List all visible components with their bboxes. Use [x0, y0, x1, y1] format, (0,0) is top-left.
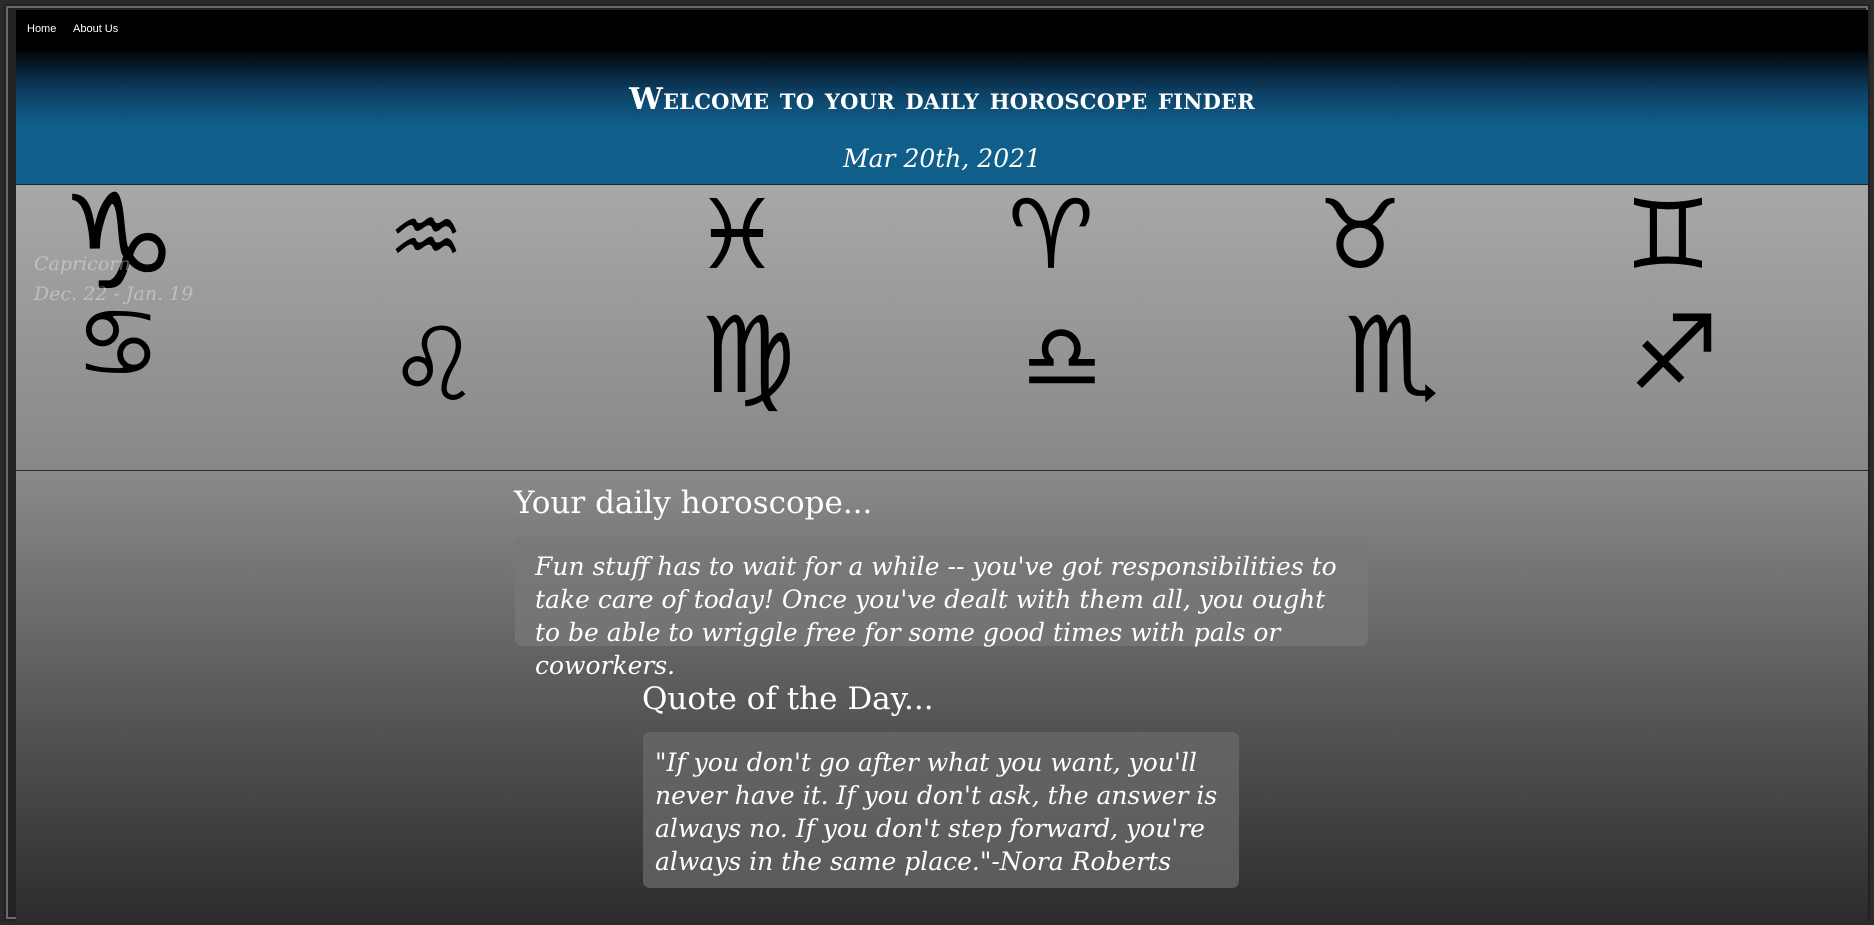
nav-home-link[interactable]: Home [27, 23, 56, 35]
sign-sagittarius[interactable]: ♐ [1594, 303, 1754, 423]
scorpio-icon: ♏ [1344, 294, 1440, 417]
main-content: Your daily horoscope... Fun stuff has to… [16, 471, 1868, 922]
gemini-icon: ♊ [1624, 179, 1712, 291]
top-nav: Home About Us [16, 10, 1868, 52]
pisces-icon: ♓ [693, 179, 781, 291]
sign-scorpio[interactable]: ♏ [1312, 303, 1472, 423]
page-header: Welcome to your daily horoscope finder M… [16, 52, 1868, 185]
quote-heading: Quote of the Day... [642, 681, 934, 717]
libra-icon: ♎ [1021, 305, 1103, 410]
tooltip-sign-dates: Dec. 22 - Jan. 19 [34, 283, 194, 305]
browser-frame: Home About Us Welcome to your daily horo… [0, 0, 1874, 925]
sagittarius-icon: ♐ [1628, 294, 1720, 413]
sign-gemini[interactable]: ♊ [1588, 187, 1748, 307]
zodiac-grid: ♑ ♒ ♓ ♈ ♉ ♊ ♋ ♌ ♍ ♎ ♏ ♐ Capricorn Dec. 2… [16, 177, 1868, 471]
sign-hover-tooltip: Capricorn Dec. 22 - Jan. 19 [34, 249, 193, 309]
sign-leo[interactable]: ♌ [354, 315, 514, 435]
sign-taurus[interactable]: ♉ [1280, 187, 1440, 307]
sign-libra[interactable]: ♎ [982, 313, 1142, 433]
sign-aries[interactable]: ♈ [971, 187, 1131, 307]
leo-icon: ♌ [388, 306, 480, 425]
cancer-icon: ♋ [74, 287, 162, 399]
quote-text-box: "If you don't go after what you want, yo… [643, 732, 1239, 888]
horoscope-text-box: Fun stuff has to wait for a while -- you… [515, 536, 1368, 680]
virgo-icon: ♍ [700, 294, 796, 417]
horoscope-heading: Your daily horoscope... [514, 485, 873, 521]
aquarius-icon: ♒ [388, 188, 464, 286]
tooltip-sign-name: Capricorn [34, 253, 131, 275]
nav-about-link[interactable]: About Us [73, 23, 118, 35]
sign-pisces[interactable]: ♓ [657, 187, 817, 307]
sign-virgo[interactable]: ♍ [668, 303, 828, 423]
sign-aquarius[interactable]: ♒ [346, 195, 506, 315]
aries-icon: ♈ [1007, 179, 1095, 291]
page: Home About Us Welcome to your daily horo… [16, 10, 1868, 922]
taurus-icon: ♉ [1316, 179, 1404, 291]
current-date: Mar 20th, 2021 [843, 144, 1041, 173]
page-title: Welcome to your daily horoscope finder [629, 82, 1255, 117]
sign-cancer[interactable]: ♋ [38, 295, 198, 415]
